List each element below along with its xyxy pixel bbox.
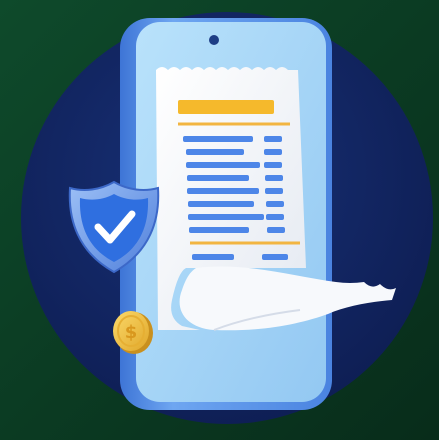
illustration-canvas: $ (0, 0, 439, 440)
receipt-line (186, 149, 244, 155)
receipt-line (188, 214, 264, 220)
receipt-total-amount (262, 254, 288, 260)
receipt-amount (267, 227, 285, 233)
receipt-line (188, 201, 254, 207)
receipt-amount (264, 162, 282, 168)
receipt-amount (265, 188, 283, 194)
receipt-amount (266, 201, 284, 207)
receipt-line (189, 227, 249, 233)
coin-symbol: $ (125, 322, 138, 343)
receipt-total-label (192, 254, 234, 260)
receipt-header-bar (178, 100, 274, 114)
phone-camera-icon (209, 35, 219, 45)
receipt-line (187, 188, 259, 194)
receipt-amount (264, 149, 282, 155)
receipt-amount (266, 214, 284, 220)
receipt-line (183, 136, 253, 142)
receipt-amount (264, 136, 282, 142)
receipt-phone-illustration: $ (0, 0, 439, 440)
receipt-line (186, 162, 260, 168)
receipt-line (187, 175, 249, 181)
receipt-amount (265, 175, 283, 181)
